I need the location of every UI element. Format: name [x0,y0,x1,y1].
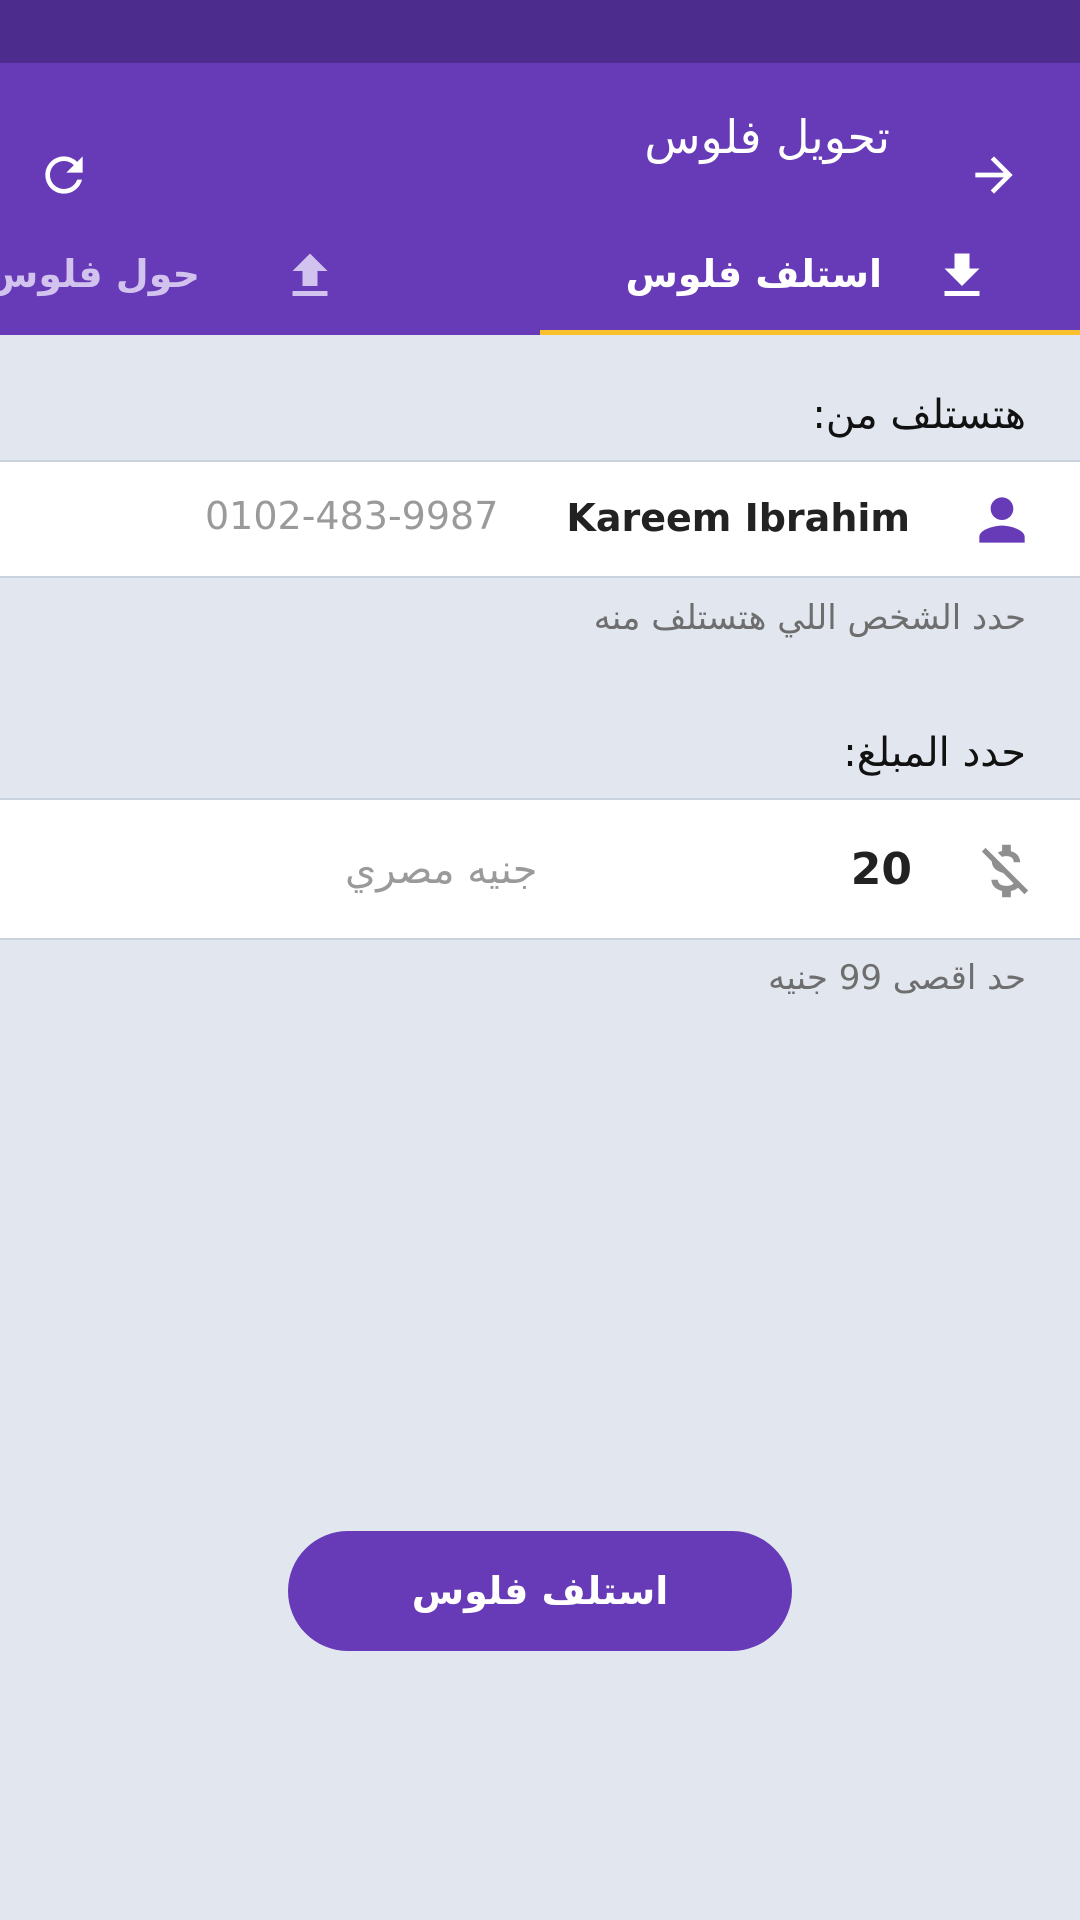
contact-phone: 0102-483-9987 [205,494,499,538]
back-button[interactable] [954,135,1034,215]
contact-helper-text: حدد الشخص اللي هتستلف منه [593,598,1026,638]
money-off-icon [981,844,1029,898]
tab-indicator [540,330,1080,335]
amount-field-row: 20 جنيه مصري [0,798,1080,940]
contact-selector[interactable]: Kareem Ibrahim 0102-483-9987 [0,460,1080,578]
upload-icon [292,253,328,296]
refresh-button[interactable] [24,135,104,215]
currency-label: جنيه مصري [345,847,538,893]
tab-receive-money[interactable]: استلف فلوس [540,224,1080,330]
amount-label: حدد المبلغ: [843,730,1026,776]
download-icon [944,253,980,296]
refresh-icon [45,156,83,194]
page-title: تحويل فلوس [644,110,890,164]
person-icon [979,497,1025,543]
arrow-right-icon [975,156,1013,194]
amount-input[interactable]: 20 [851,838,912,902]
status-bar [0,0,1080,63]
contact-name: Kareem Ibrahim [566,496,910,540]
tab-send-label: حول فلوس [0,252,200,296]
tab-send-money[interactable]: حول فلوس [0,224,540,330]
receive-from-label: هتستلف من: [812,392,1026,438]
tab-receive-label: استلف فلوس [625,252,882,296]
borrow-money-button[interactable]: استلف فلوس [288,1531,792,1651]
max-amount-helper-text: حد اقصى 99 جنيه [768,958,1026,998]
